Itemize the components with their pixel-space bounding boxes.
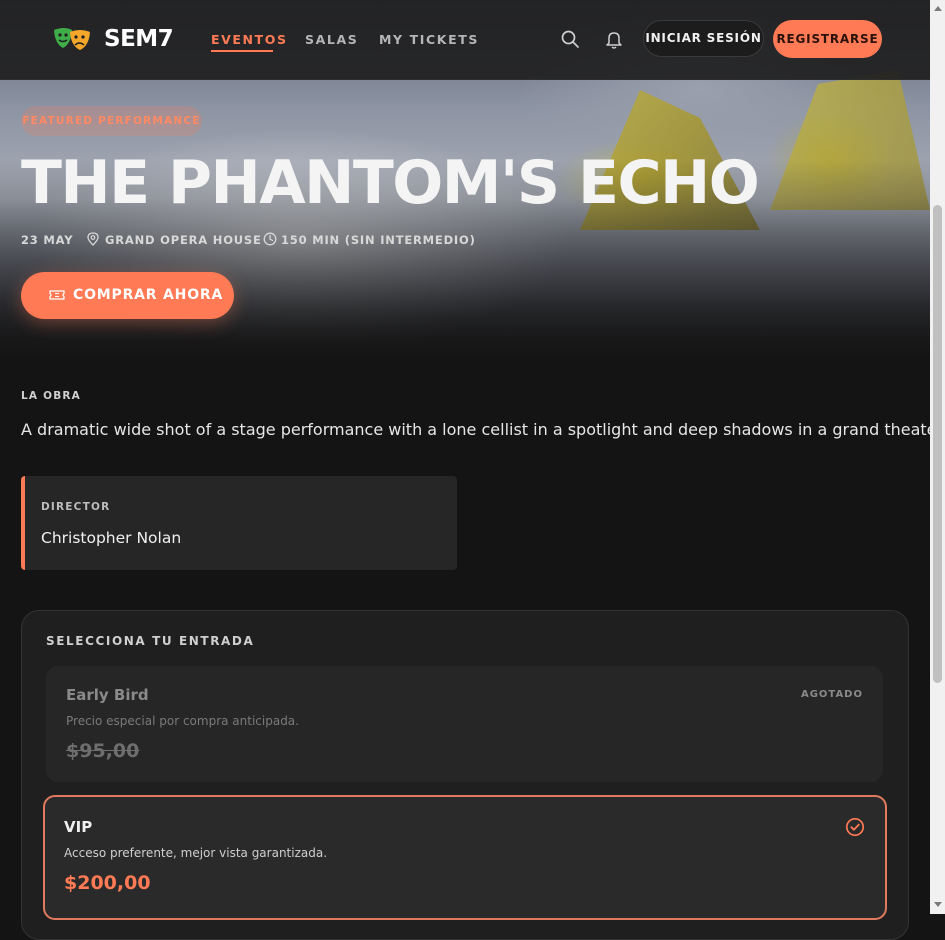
ticket-selection-title: SELECCIONA TU ENTRADA (46, 634, 255, 648)
ticket-icon (49, 290, 65, 300)
featured-badge: FEATURED PERFORMANCE (21, 106, 202, 136)
nav-link-eventos[interactable]: EVENTOS (211, 32, 288, 47)
buy-now-button[interactable]: COMPRAR AHORA (21, 272, 234, 319)
brand-name[interactable]: SEM7 (104, 26, 174, 52)
ticket-option-early-bird: Early Bird AGOTADO Precio especial por c… (46, 666, 883, 782)
theater-masks-logo-icon[interactable] (52, 24, 92, 54)
event-title: THE PHANTOM'S ECHO (21, 148, 760, 218)
ticket-option-vip[interactable]: VIP Acceso preferente, mejor vista garan… (43, 795, 887, 920)
nav-link-my-tickets[interactable]: MY TICKETS (379, 32, 479, 47)
location-pin-icon (87, 232, 99, 246)
sold-out-badge: AGOTADO (800, 689, 863, 700)
event-duration: 150 MIN (SIN INTERMEDIO) (281, 233, 476, 247)
hero-tent-shape (770, 70, 930, 210)
search-icon[interactable] (560, 29, 580, 49)
check-circle-icon (845, 817, 865, 837)
director-card: DIRECTOR Christopher Nolan (21, 476, 457, 570)
ticket-name: Early Bird (66, 686, 149, 704)
event-venue: GRAND OPERA HOUSE (105, 233, 262, 247)
buy-now-label: COMPRAR AHORA (73, 287, 224, 303)
ticket-price: $95,00 (66, 740, 140, 762)
clock-icon (263, 232, 277, 246)
about-section-label: LA OBRA (21, 390, 82, 402)
nav-link-salas[interactable]: SALAS (305, 32, 358, 47)
ticket-description: Acceso preferente, mejor vista garantiza… (64, 846, 328, 860)
ticket-description: Precio especial por compra anticipada. (66, 714, 299, 728)
scroll-up-arrow-icon[interactable] (934, 6, 942, 11)
event-date: 23 MAY (21, 233, 74, 247)
scrollbar-thumb[interactable] (933, 205, 942, 683)
event-synopsis: A dramatic wide shot of a stage performa… (21, 420, 945, 439)
active-nav-indicator (211, 50, 273, 52)
ticket-price: $200,00 (64, 872, 151, 894)
director-name: Christopher Nolan (41, 529, 182, 547)
ticket-name: VIP (64, 818, 93, 836)
top-navbar: SEM7 EVENTOS SALAS MY TICKETS INICIAR SE… (0, 0, 930, 80)
login-button[interactable]: INICIAR SESIÓN (643, 20, 764, 57)
register-button[interactable]: REGISTRARSE (773, 20, 882, 58)
bell-icon[interactable] (604, 29, 624, 49)
scroll-down-arrow-icon[interactable] (934, 902, 942, 907)
director-label: DIRECTOR (41, 501, 111, 513)
